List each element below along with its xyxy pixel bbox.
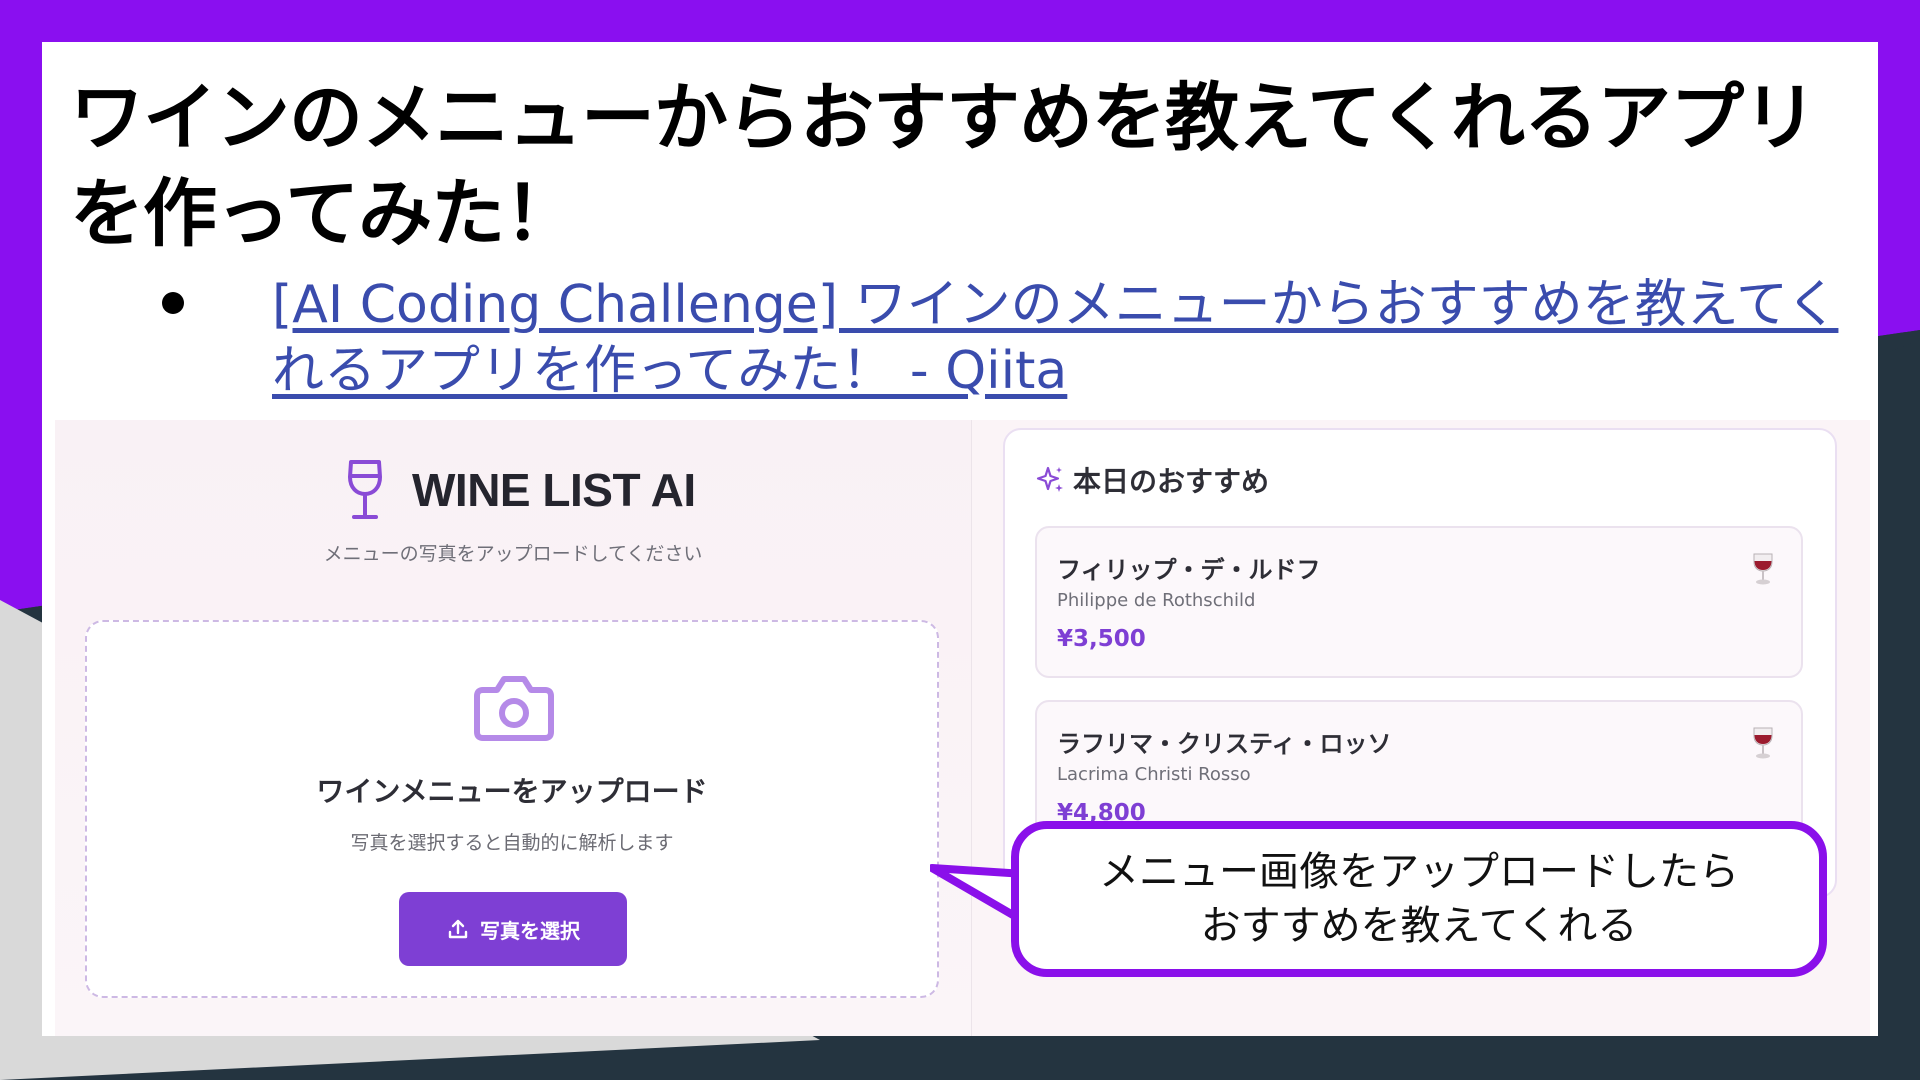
qiita-article-link[interactable]: [AI Coding Challenge] ワインのメニューからおすすめを教えて… bbox=[272, 272, 1872, 404]
red-wine-glass-icon bbox=[1753, 727, 1773, 759]
app-brand: WINE LIST AI bbox=[340, 458, 696, 522]
wine-price: ¥3,500 bbox=[1057, 626, 1146, 652]
upload-icon bbox=[448, 919, 468, 939]
wine-card[interactable]: フィリップ・デ・ルドフ Philippe de Rothschild ¥3,50… bbox=[1035, 526, 1803, 678]
recommendation-header: 本日のおすすめ bbox=[1035, 460, 1269, 500]
camera-icon bbox=[474, 676, 554, 741]
slide-title: ワインのメニューからおすすめを教えてくれるアプリを作ってみた！ bbox=[70, 75, 1817, 257]
bullet-dot bbox=[162, 292, 184, 314]
upload-hint: 写真を選択すると自動的に解析します bbox=[350, 832, 674, 854]
upload-dropzone[interactable]: ワインメニューをアップロード 写真を選択すると自動的に解析します 写真を選択 bbox=[85, 620, 939, 998]
red-wine-glass-icon bbox=[1753, 553, 1773, 585]
wine-name-ja: フィリップ・デ・ルドフ bbox=[1057, 556, 1321, 584]
wine-name-en: Lacrima Christi Rosso bbox=[1057, 764, 1251, 785]
wine-glass-icon bbox=[348, 460, 382, 519]
app-name: WINE LIST AI bbox=[412, 464, 696, 516]
wine-name-ja: ラフリマ・クリスティ・ロッソ bbox=[1057, 730, 1392, 758]
sparkle-icon bbox=[1036, 466, 1063, 492]
select-photo-button[interactable]: 写真を選択 bbox=[399, 892, 627, 966]
callout-box: メニュー画像をアップロードしたら おすすめを教えてくれる bbox=[1011, 821, 1827, 977]
wine-name-en: Philippe de Rothschild bbox=[1057, 590, 1256, 611]
callout-line-1: メニュー画像をアップロードしたら bbox=[1099, 849, 1739, 895]
upload-title: ワインメニューをアップロード bbox=[316, 775, 708, 808]
app-subtitle: メニューの写真をアップロードしてください bbox=[323, 543, 703, 565]
callout-line-2: おすすめを教えてくれる bbox=[1200, 903, 1638, 949]
callout-text: メニュー画像をアップロードしたら おすすめを教えてくれる bbox=[1019, 845, 1819, 953]
recommendation-title: 本日のおすすめ bbox=[1073, 465, 1270, 498]
select-photo-label: 写真を選択 bbox=[480, 918, 580, 943]
upload-panel: WINE LIST AI メニューの写真をアップロードしてください ワインメニュ… bbox=[55, 420, 972, 1036]
